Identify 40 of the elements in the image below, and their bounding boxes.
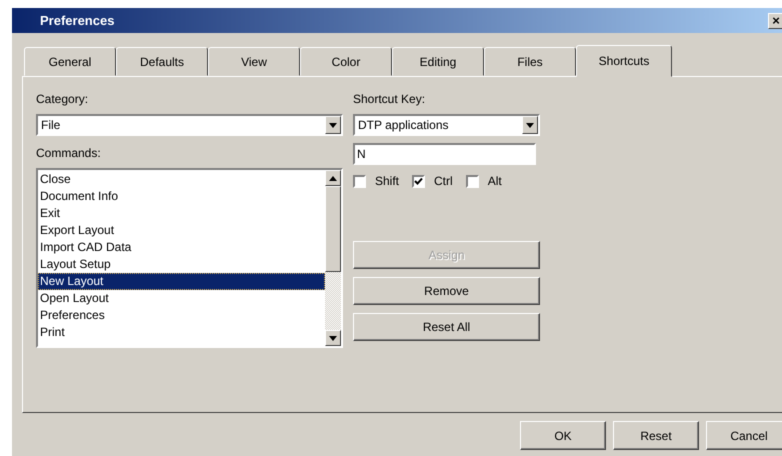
category-dropdown[interactable]: File	[36, 114, 343, 136]
tab[interactable]: Color	[300, 47, 392, 76]
scrollbar[interactable]	[325, 170, 341, 346]
scroll-thumb[interactable]	[325, 186, 341, 272]
shortcut-key-label: Shortcut Key:	[353, 91, 426, 108]
list-item[interactable]: Layout Setup	[38, 256, 325, 273]
checkbox-label: Ctrl	[434, 174, 453, 188]
list-item[interactable]: Preferences	[38, 307, 325, 324]
checkbox[interactable]	[412, 174, 426, 188]
dialog-button[interactable]: OK	[520, 421, 606, 450]
dialog-button[interactable]: Cancel	[706, 421, 782, 450]
key-input-field[interactable]: N	[353, 143, 536, 165]
tab[interactable]: Files	[484, 47, 576, 76]
list-item[interactable]: Exit	[38, 205, 325, 222]
list-item[interactable]: Document Info	[38, 188, 325, 205]
close-button[interactable]: ×	[768, 12, 782, 28]
tab[interactable]: View	[208, 47, 300, 76]
window-title: Preferences	[40, 13, 114, 28]
tab[interactable]: General	[24, 47, 116, 76]
checkbox[interactable]	[466, 174, 479, 188]
checkbox[interactable]	[353, 174, 366, 188]
dialog-button[interactable]: Reset	[613, 421, 699, 450]
action-button[interactable]: Remove	[353, 277, 540, 305]
list-item[interactable]: New Layout	[38, 273, 325, 290]
action-button[interactable]: Reset All	[353, 313, 540, 341]
list-item[interactable]: Import CAD Data	[38, 239, 325, 256]
category-label: Category:	[36, 91, 90, 108]
tab[interactable]: Defaults	[116, 47, 208, 76]
list-item[interactable]: Export Layout	[38, 222, 325, 239]
checkbox-label: Alt	[488, 174, 502, 188]
list-item[interactable]: Close	[38, 171, 325, 188]
commands-label: Commands:	[36, 145, 102, 162]
tab[interactable]: Editing	[392, 47, 484, 76]
scroll-down-icon[interactable]	[325, 330, 341, 346]
list-item[interactable]: Print	[38, 324, 325, 341]
scroll-up-icon[interactable]	[325, 170, 341, 186]
checkbox-label: Shift	[375, 174, 400, 188]
list-item[interactable]: Open Layout	[38, 290, 325, 307]
scheme-dropdown[interactable]: DTP applications	[353, 114, 540, 136]
tab[interactable]: Shortcuts	[576, 45, 672, 77]
